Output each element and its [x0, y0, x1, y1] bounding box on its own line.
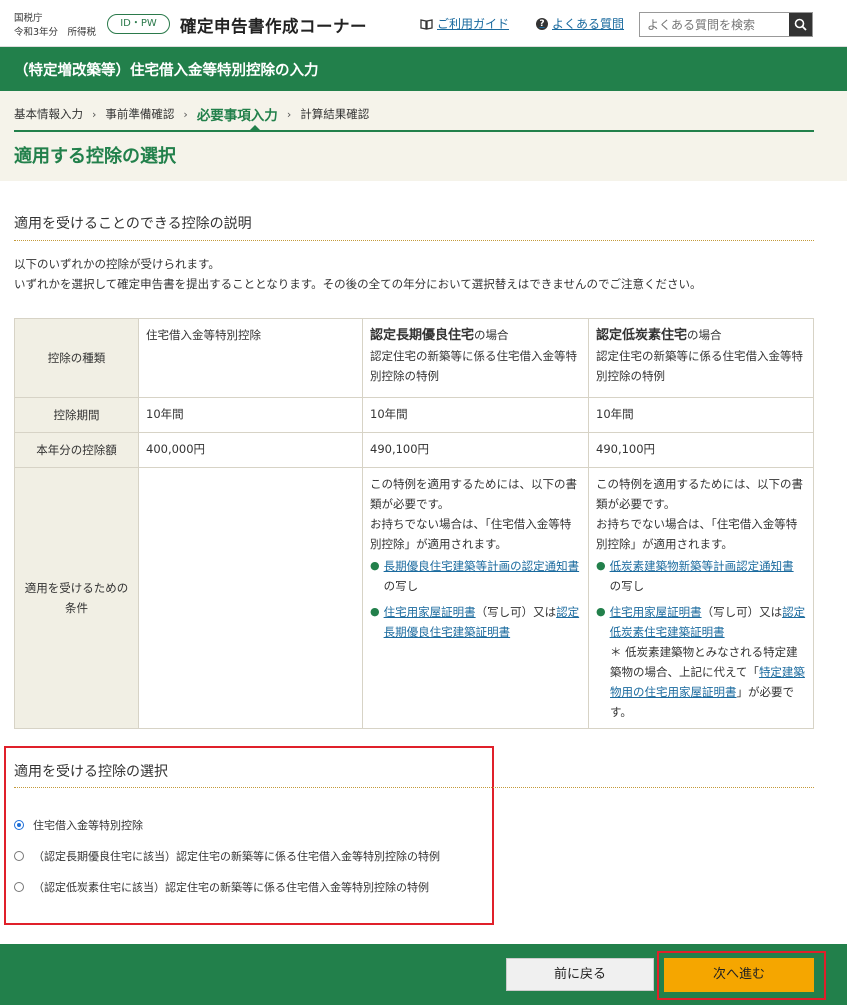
explanation-heading: 適用を受けることのできる控除の説明 — [14, 216, 252, 232]
col2-type-bold: 認定長期優良住宅 — [370, 328, 475, 343]
radio-standard[interactable] — [14, 820, 24, 830]
col3-amount: 490,100円 — [588, 432, 814, 468]
agency-info: 国税庁 令和3年分 所得税 — [14, 12, 96, 40]
selection-divider — [14, 787, 814, 788]
step-result: 計算結果確認 — [300, 107, 370, 121]
col3-doc1-suffix: の写し — [609, 579, 645, 593]
col2-type: 認定長期優良住宅の場合 認定住宅の新築等に係る住宅借入金等特別控除の特例 — [362, 318, 589, 398]
deduction-comparison-table: 控除の種類 住宅借入金等特別控除 認定長期優良住宅の場合 認定住宅の新築等に係る… — [14, 318, 814, 729]
selection-heading: 適用を受ける控除の選択 — [14, 764, 168, 780]
col3-type-desc: 認定住宅の新築等に係る住宅借入金等特別控除の特例 — [596, 349, 803, 383]
col2-conditions: この特例を適用するためには、以下の書類が必要です。 お持ちでない場合は、「住宅借… — [362, 467, 589, 729]
section-title-bar: （特定増改築等）住宅借入金等特別控除の入力 — [0, 47, 847, 91]
radio-low-carbon[interactable] — [14, 882, 24, 892]
top-header: 国税庁 令和3年分 所得税 ID・PW 確定申告書作成コーナー ご利用ガイド ?… — [0, 0, 847, 47]
page-title: 適用する控除の選択 — [14, 146, 176, 167]
book-icon — [420, 18, 433, 30]
long-term-cert-notice-link[interactable]: 長期優良住宅建築等計画の認定通知書 — [384, 559, 580, 573]
radio-long-term[interactable] — [14, 851, 24, 861]
back-button[interactable]: 前に戻る — [506, 958, 654, 991]
step-basic-info: 基本情報入力 — [14, 107, 83, 121]
table-row: 控除の種類 住宅借入金等特別控除 認定長期優良住宅の場合 認定住宅の新築等に係る… — [14, 318, 814, 398]
faq-search-input[interactable] — [640, 13, 789, 36]
col2-type-desc: 認定住宅の新築等に係る住宅借入金等特別控除の特例 — [370, 349, 577, 383]
option-low-carbon-label: （認定低炭素住宅に該当）認定住宅の新築等に係る住宅借入金等特別控除の特例 — [33, 881, 429, 894]
search-button[interactable] — [789, 13, 812, 36]
col1-type: 住宅借入金等特別控除 — [138, 318, 363, 398]
col2-period: 10年間 — [362, 397, 589, 433]
low-carbon-note: ＊ 低炭素建築物とみなされる特定建築物の場合、上記に代えて「特定建築物用の住宅用… — [596, 642, 806, 722]
housing-cert-link[interactable]: 住宅用家屋証明書 — [384, 605, 476, 619]
step-preparation: 事前準備確認 — [105, 107, 175, 121]
step-required-input: 必要事項入力 — [196, 108, 278, 124]
col3-type-suffix: の場合 — [687, 328, 722, 342]
table-row: 適用を受けるための 条件 この特例を適用するためには、以下の書類が必要です。 お… — [14, 467, 814, 729]
col2-doc1-suffix: の写し — [383, 579, 419, 593]
tax-year: 令和3年分 所得税 — [14, 27, 97, 38]
bullet-icon: ● — [596, 605, 606, 618]
search-icon — [794, 18, 807, 31]
bullet-icon: ● — [596, 559, 606, 572]
usage-guide-link[interactable]: ご利用ガイド — [420, 15, 509, 32]
low-carbon-notice-link[interactable]: 低炭素建築物新築等計画認定通知書 — [610, 559, 794, 573]
col3-type-bold: 認定低炭素住宅 — [596, 328, 688, 343]
agency-name: 国税庁 — [14, 13, 43, 24]
col2-cond-missing: お持ちでない場合は、「住宅借入金等特別控除」が適用されます。 — [370, 517, 572, 551]
list-item: ● 住宅用家屋証明書（写し可）又は認定低炭素住宅建築証明書 — [596, 602, 806, 642]
option-standard-label: 住宅借入金等特別控除 — [33, 819, 143, 832]
faq-link[interactable]: ? よくある質問 — [536, 15, 624, 32]
option-standard[interactable]: 住宅借入金等特別控除 — [14, 817, 143, 833]
col2-cond-intro: この特例を適用するためには、以下の書類が必要です。 — [370, 477, 577, 511]
list-item: ● 長期優良住宅建築等計画の認定通知書 の写し — [370, 556, 581, 596]
main-content: 適用を受けることのできる控除の説明 以下のいずれかの控除が受けられます。 いずれ… — [0, 181, 847, 944]
label-conditions-line2: 条件 — [65, 601, 88, 615]
chevron-right-icon: › — [286, 107, 292, 121]
col1-amount: 400,000円 — [138, 432, 363, 468]
next-button[interactable]: 次へ進む — [664, 958, 814, 992]
label-amount: 本年分の控除額 — [14, 432, 139, 468]
chevron-right-icon: › — [92, 107, 97, 121]
col1-conditions — [138, 467, 363, 729]
label-conditions-line1: 適用を受けるための — [24, 581, 129, 595]
step-underline — [14, 130, 814, 132]
col3-period: 10年間 — [588, 397, 814, 433]
col3-type: 認定低炭素住宅の場合 認定住宅の新築等に係る住宅借入金等特別控除の特例 — [588, 318, 814, 398]
table-row: 本年分の控除額 400,000円 490,100円 490,100円 — [14, 432, 814, 468]
option-long-term-label: （認定長期優良住宅に該当）認定住宅の新築等に係る住宅借入金等特別控除の特例 — [33, 850, 440, 863]
chevron-right-icon: › — [183, 107, 188, 121]
faq-label: よくある質問 — [552, 17, 625, 31]
bullet-icon: ● — [370, 605, 380, 618]
intro-line-1: 以下のいずれかの控除が受けられます。 — [14, 257, 220, 271]
app-title: 確定申告書作成コーナー — [180, 17, 367, 36]
col2-doc2-mid: （写し可）又は — [475, 605, 557, 619]
housing-cert-link-2[interactable]: 住宅用家屋証明書 — [610, 605, 702, 619]
col2-type-suffix: の場合 — [474, 328, 509, 342]
list-item: ● 低炭素建築物新築等計画認定通知書 の写し — [596, 556, 806, 596]
col3-conditions: この特例を適用するためには、以下の書類が必要です。 お持ちでない場合は、「住宅借… — [588, 467, 814, 729]
question-icon: ? — [536, 17, 548, 30]
label-deduction-type: 控除の種類 — [14, 318, 139, 398]
bullet-icon: ● — [370, 559, 380, 572]
heading-divider — [14, 240, 814, 241]
col1-period: 10年間 — [138, 397, 363, 433]
usage-guide-label: ご利用ガイド — [437, 17, 510, 31]
footer-bar: 前に戻る 次へ進む — [0, 944, 847, 1005]
col3-doc2-mid: （写し可）又は — [701, 605, 783, 619]
id-pw-badge: ID・PW — [107, 14, 170, 34]
col2-amount: 490,100円 — [362, 432, 589, 468]
label-conditions: 適用を受けるための 条件 — [14, 467, 139, 729]
option-long-term[interactable]: （認定長期優良住宅に該当）認定住宅の新築等に係る住宅借入金等特別控除の特例 — [14, 848, 440, 864]
option-low-carbon[interactable]: （認定低炭素住宅に該当）認定住宅の新築等に係る住宅借入金等特別控除の特例 — [14, 879, 429, 895]
section-title: （特定増改築等）住宅借入金等特別控除の入力 — [14, 63, 319, 79]
label-period: 控除期間 — [14, 397, 139, 433]
intro-line-2: いずれかを選択して確定申告書を提出することとなります。その後の全ての年分において… — [14, 277, 702, 291]
list-item: ● 住宅用家屋証明書（写し可）又は認定長期優良住宅建築証明書 — [370, 602, 581, 642]
table-row: 控除期間 10年間 10年間 10年間 — [14, 397, 814, 433]
explanation-text: 以下のいずれかの控除が受けられます。 いずれかを選択して確定申告書を提出すること… — [14, 254, 701, 294]
col3-cond-missing: お持ちでない場合は、「住宅借入金等特別控除」が適用されます。 — [596, 517, 798, 551]
faq-search — [639, 12, 813, 37]
step-navigation: 基本情報入力 › 事前準備確認 › 必要事項入力 › 計算結果確認 適用する控除… — [0, 91, 847, 181]
col3-cond-intro: この特例を適用するためには、以下の書類が必要です。 — [596, 477, 803, 511]
breadcrumb-steps: 基本情報入力 › 事前準備確認 › 必要事項入力 › 計算結果確認 — [14, 104, 369, 124]
